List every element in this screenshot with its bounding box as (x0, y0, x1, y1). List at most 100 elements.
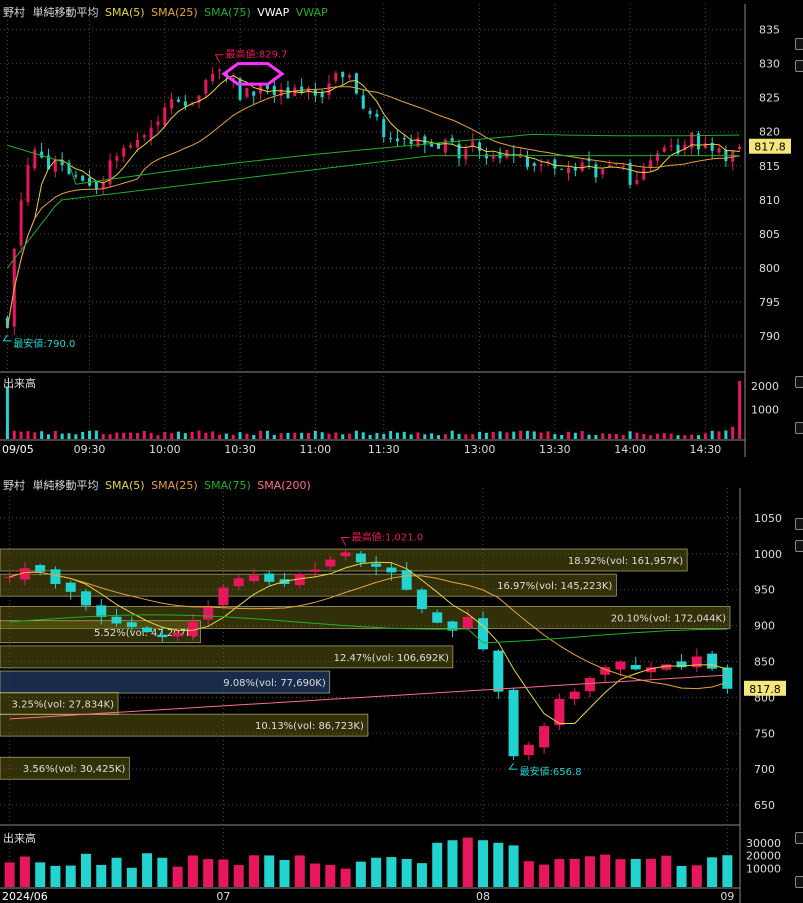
candlestick (423, 136, 427, 145)
volume-bar (432, 842, 443, 887)
volume-bar (341, 434, 345, 439)
volume-bar (355, 861, 366, 887)
volume-bar (265, 430, 269, 439)
candlestick (340, 552, 351, 557)
candlestick (450, 138, 454, 142)
volume-bar (94, 430, 98, 439)
volume-bar (484, 432, 488, 439)
volume-bar (498, 431, 502, 439)
x-tick-label: 09 (720, 890, 734, 903)
y-tick-label: 825 (759, 92, 780, 105)
volume-bar (580, 431, 584, 439)
volume-bar (19, 856, 30, 887)
volume-profile-label: 12.47%(vol: 106,692K) (334, 653, 449, 664)
candlestick (108, 160, 112, 185)
candlestick (74, 175, 78, 177)
volume-bar (264, 855, 275, 887)
candlestick (523, 744, 534, 756)
volume-bar (539, 864, 550, 887)
volume-bar (635, 432, 639, 439)
volume-bar (327, 433, 331, 439)
daily-legend-sma25: SMA(25) (151, 479, 198, 492)
candlestick (508, 689, 519, 757)
candlestick (395, 138, 399, 142)
volume-bar (569, 858, 580, 887)
candlestick (218, 587, 229, 606)
x-tick-label: 13:00 (464, 443, 496, 456)
volume-bar (80, 853, 91, 887)
candlestick (655, 153, 659, 161)
volume-bar (430, 433, 434, 439)
volume-bar (294, 855, 305, 887)
candlestick (594, 164, 598, 178)
scroll-button[interactable] (795, 540, 803, 552)
volume-bar (46, 434, 50, 439)
high-marker (214, 54, 224, 63)
volume-bar (722, 855, 733, 887)
candlestick (628, 162, 632, 185)
scroll-button[interactable] (795, 876, 803, 888)
x-tick-label: 14:30 (690, 443, 722, 456)
candlestick (375, 114, 379, 117)
volume-bar (65, 865, 76, 887)
candlestick (211, 73, 215, 82)
scroll-button[interactable] (795, 518, 803, 530)
scroll-button[interactable] (795, 832, 803, 844)
volume-bar (259, 430, 263, 439)
volume-bar (560, 434, 564, 439)
x-tick-label: 09:30 (74, 443, 106, 456)
candlestick (580, 162, 584, 171)
volume-bar (108, 434, 112, 439)
volume-bar (409, 434, 413, 439)
candlestick (649, 160, 653, 168)
sma5-line (6, 75, 740, 328)
scroll-button[interactable] (795, 376, 803, 388)
scroll-button[interactable] (795, 60, 803, 72)
candlestick (539, 164, 543, 166)
candlestick (238, 78, 242, 100)
candlestick (149, 127, 153, 139)
volume-bar (416, 863, 427, 887)
volume-bar (187, 855, 198, 887)
scroll-button[interactable] (795, 422, 803, 434)
y-tick-label: 1000 (754, 548, 782, 561)
high-label: 最高値:829.7 (226, 48, 288, 61)
candlestick (19, 200, 23, 246)
volume-bar (233, 865, 244, 887)
candlestick (4, 576, 15, 578)
candlestick (264, 573, 275, 582)
candlestick (170, 99, 174, 109)
volume-bar (203, 859, 214, 887)
legend-vwap-band: VWAP (295, 6, 328, 19)
candlestick (669, 145, 673, 147)
volume-bar (662, 433, 666, 439)
volume-bar (382, 433, 386, 439)
volume-bar (443, 434, 447, 439)
daily-ticker: 野村 (3, 479, 25, 492)
scroll-button[interactable] (795, 38, 803, 50)
volume-bar (386, 857, 397, 887)
volume-bar (163, 431, 167, 439)
volume-bar (96, 864, 107, 887)
volume-bar (587, 434, 591, 439)
volume-bar (340, 868, 351, 887)
volume-bar (248, 855, 259, 887)
volume-bar (546, 431, 550, 439)
candlestick (325, 559, 336, 567)
candlestick (157, 634, 168, 638)
volume-tick-label: 1000 (751, 404, 779, 417)
volume-bar (122, 432, 126, 439)
candlestick (81, 175, 85, 181)
volume-bar (371, 857, 382, 887)
volume-bar (67, 433, 71, 439)
volume-bar (478, 431, 482, 439)
candlestick (621, 165, 625, 168)
volume-bar (615, 859, 626, 887)
y-tick-label: 750 (754, 727, 775, 740)
candlestick (355, 553, 366, 563)
candlestick (50, 569, 61, 584)
volume-bar (389, 431, 393, 439)
volume-bar (505, 432, 509, 439)
candlestick (361, 95, 365, 109)
volume-bar (218, 859, 229, 887)
